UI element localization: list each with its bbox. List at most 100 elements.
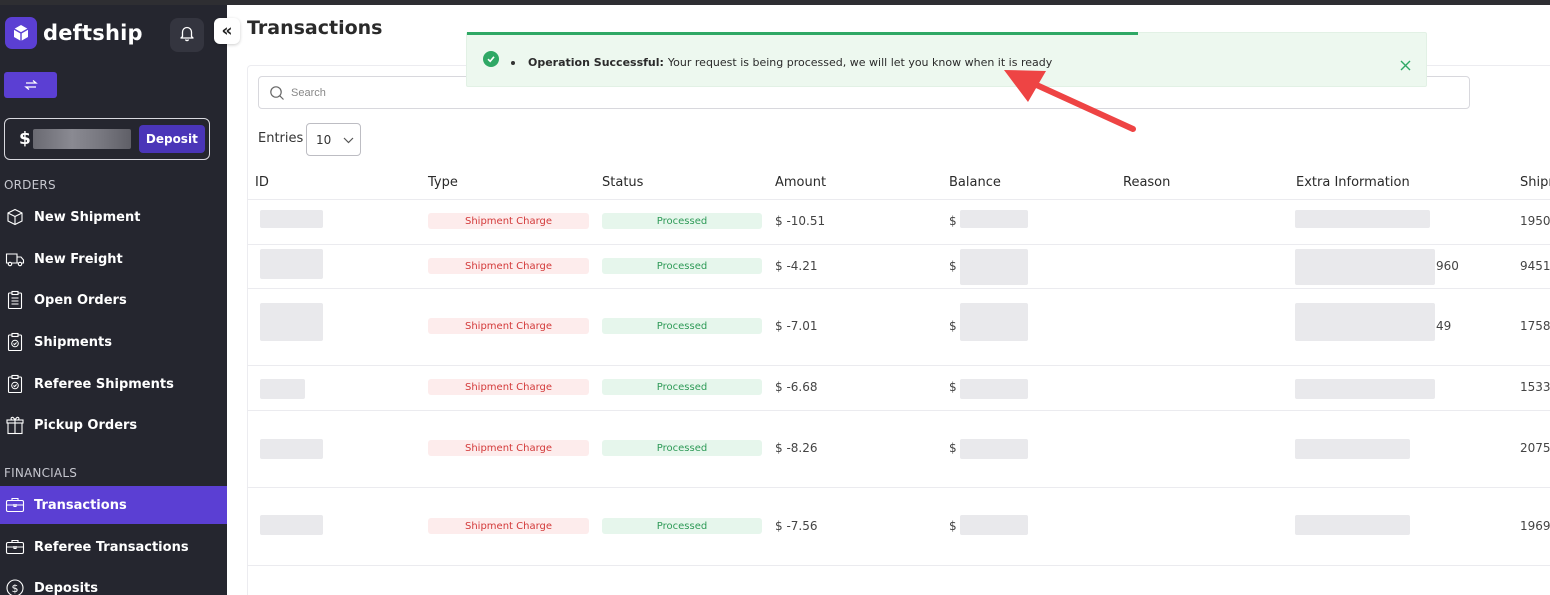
type-badge: Shipment Charge: [428, 258, 589, 274]
id-redacted: [260, 210, 323, 228]
clipboard-icon: [5, 290, 25, 310]
balance-currency: $: [949, 519, 957, 533]
amount: $ -8.26: [775, 441, 818, 455]
row-divider: [247, 244, 1550, 245]
search-input[interactable]: [291, 86, 1441, 99]
row-divider: [247, 288, 1550, 289]
clipboard-check-icon: [5, 374, 25, 394]
amount: $ -7.01: [775, 319, 818, 333]
extra-info-redacted: [1295, 439, 1410, 459]
gift-icon: [5, 415, 25, 435]
balance-currency: $: [949, 380, 957, 394]
status-badge: Processed: [602, 518, 762, 534]
deftship-logo-icon: [5, 17, 37, 49]
sidebar-item-referee-transactions[interactable]: Referee Transactions: [0, 528, 227, 566]
double-chevron-left-icon: «: [221, 21, 233, 41]
shipment-id[interactable]: 19699: [1520, 519, 1550, 533]
sidebar-item-deposits[interactable]: $ Deposits: [0, 569, 227, 595]
entries-select[interactable]: 10: [306, 123, 361, 156]
deposit-button[interactable]: Deposit: [138, 125, 205, 153]
id-redacted: [260, 439, 323, 459]
sidebar-item-referee-shipments[interactable]: Referee Shipments: [0, 365, 227, 403]
column-header-id[interactable]: ID: [255, 175, 269, 190]
type-badge: Shipment Charge: [428, 213, 589, 229]
sidebar-item-label: Referee Shipments: [34, 376, 174, 392]
balance-currency: $: [949, 319, 957, 333]
toast-message: Operation Successful: Your request is be…: [511, 56, 1052, 69]
type-badge: Shipment Charge: [428, 440, 589, 456]
package-icon: [5, 207, 25, 227]
sidebar-item-label: Referee Transactions: [34, 539, 189, 555]
entries-value: 10: [316, 132, 332, 147]
swap-arrows-icon: [23, 76, 38, 95]
sidebar-item-open-orders[interactable]: Open Orders: [0, 281, 227, 319]
brand-name: deftship: [43, 21, 143, 45]
extra-info-redacted: [1295, 210, 1430, 228]
sidebar-item-transactions[interactable]: Transactions: [0, 486, 227, 524]
toast-progress-bar: [467, 32, 1139, 35]
toast-close-button[interactable]: [1398, 58, 1412, 72]
shipment-id[interactable]: 19509: [1520, 214, 1550, 228]
check-circle-icon: [483, 51, 499, 67]
switch-account-button[interactable]: [4, 72, 57, 98]
row-divider: [247, 410, 1550, 411]
collapse-sidebar-button[interactable]: «: [214, 18, 240, 44]
amount: $ -6.68: [775, 380, 818, 394]
row-divider: [247, 199, 1550, 200]
column-header-reason[interactable]: Reason: [1123, 175, 1170, 190]
column-header-status[interactable]: Status: [602, 175, 643, 190]
column-header-shipment[interactable]: Shipr: [1520, 175, 1550, 190]
page-title: Transactions: [247, 17, 383, 39]
sidebar-item-new-freight[interactable]: New Freight: [0, 240, 227, 278]
shipment-id[interactable]: 94513: [1520, 259, 1550, 273]
type-badge: Shipment Charge: [428, 379, 589, 395]
section-label-financials: FINANCIALS: [4, 466, 78, 480]
shipment-id[interactable]: 15330: [1520, 380, 1550, 394]
sidebar-item-label: Deposits: [34, 580, 98, 595]
balance-currency: $: [949, 441, 957, 455]
sidebar: deftship $ Deposit ORDERS New Shipment N…: [0, 5, 227, 595]
shipment-id[interactable]: 20758: [1520, 441, 1550, 455]
column-header-extra-information[interactable]: Extra Information: [1296, 175, 1410, 190]
sidebar-item-label: Pickup Orders: [34, 417, 138, 433]
row-divider: [247, 565, 1550, 566]
sidebar-item-pickup-orders[interactable]: Pickup Orders: [0, 406, 227, 444]
amount: $ -10.51: [775, 214, 826, 228]
entries-label: Entries: [258, 131, 304, 146]
id-redacted: [260, 303, 323, 341]
bell-icon: [178, 24, 196, 46]
briefcase-icon: [5, 537, 25, 557]
id-redacted: [260, 249, 323, 279]
dollar-circle-icon: $: [5, 578, 25, 595]
sidebar-item-label: Shipments: [34, 334, 112, 350]
row-divider: [247, 487, 1550, 488]
clipboard-check-icon: [5, 332, 25, 352]
sidebar-item-new-shipment[interactable]: New Shipment: [0, 198, 227, 236]
notifications-button[interactable]: [170, 18, 204, 52]
amount: $ -4.21: [775, 259, 818, 273]
balance-redacted: [960, 439, 1028, 459]
row-divider: [247, 365, 1550, 366]
balance-redacted: [960, 249, 1028, 285]
id-redacted: [260, 515, 323, 535]
balance-redacted: [960, 515, 1028, 535]
sidebar-item-label: Open Orders: [34, 292, 127, 308]
sidebar-item-label: New Shipment: [34, 209, 141, 225]
column-header-balance[interactable]: Balance: [949, 175, 1001, 190]
sidebar-item-shipments[interactable]: Shipments: [0, 323, 227, 361]
balance-box: $ Deposit: [4, 118, 210, 160]
status-badge: Processed: [602, 258, 762, 274]
section-label-orders: ORDERS: [4, 178, 56, 192]
toast-body: Your request is being processed, we will…: [667, 56, 1053, 69]
column-header-amount[interactable]: Amount: [775, 175, 826, 190]
balance-redacted: [960, 303, 1028, 341]
id-redacted: [260, 379, 305, 399]
shipment-id[interactable]: 17581: [1520, 319, 1550, 333]
column-header-type[interactable]: Type: [428, 175, 458, 190]
balance-redacted: [960, 210, 1028, 228]
extra-info-redacted: [1295, 249, 1435, 285]
brand[interactable]: deftship: [5, 17, 143, 49]
search-icon: [269, 85, 285, 101]
extra-info-fragment: 960: [1436, 259, 1459, 273]
svg-text:$: $: [12, 582, 19, 595]
